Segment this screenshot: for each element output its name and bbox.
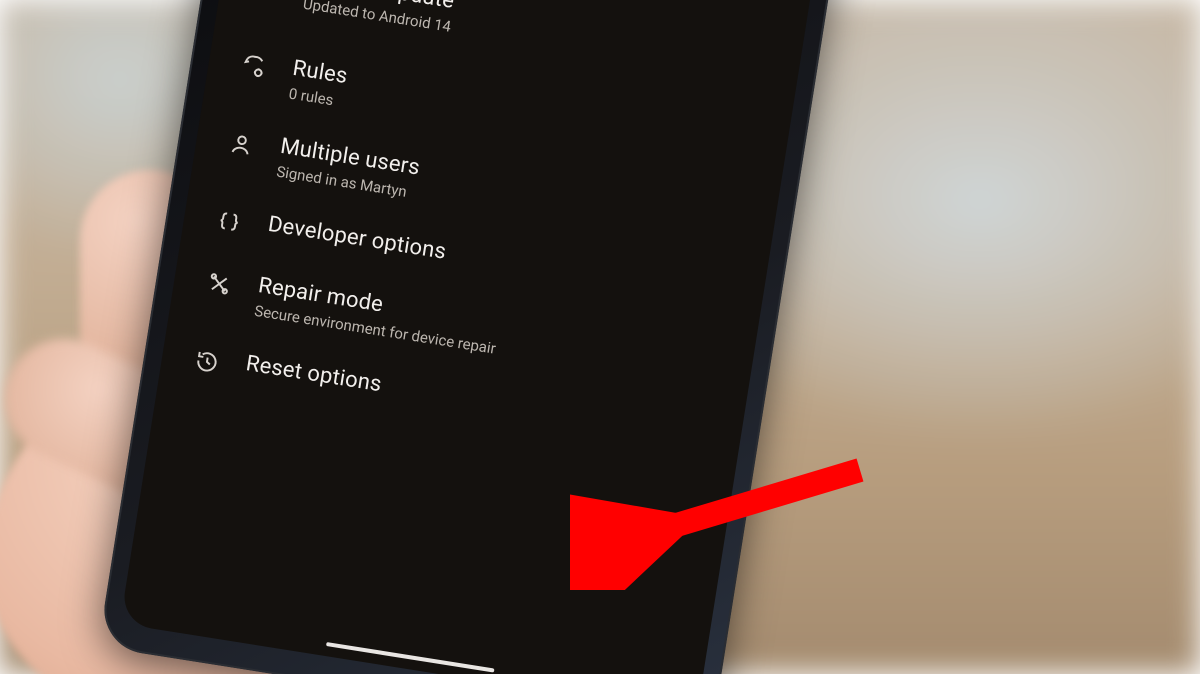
person-icon <box>223 129 261 160</box>
history-icon <box>188 346 226 377</box>
item-title: Rules <box>291 56 349 89</box>
item-subtitle: 0 rules <box>288 84 345 110</box>
rules-icon <box>235 51 273 82</box>
phone: Dat... GMT+00:00 Gree... Backup <box>98 0 842 674</box>
tools-icon <box>200 268 238 299</box>
settings-list: Dat... GMT+00:00 Gree... Backup <box>120 0 821 674</box>
item-title: Reset options <box>244 351 383 397</box>
photo-scene: Dat... GMT+00:00 Gree... Backup <box>0 0 1200 674</box>
braces-icon <box>210 207 248 238</box>
item-title: Developer options <box>266 212 448 265</box>
android-settings-screen: Dat... GMT+00:00 Gree... Backup <box>120 0 821 674</box>
